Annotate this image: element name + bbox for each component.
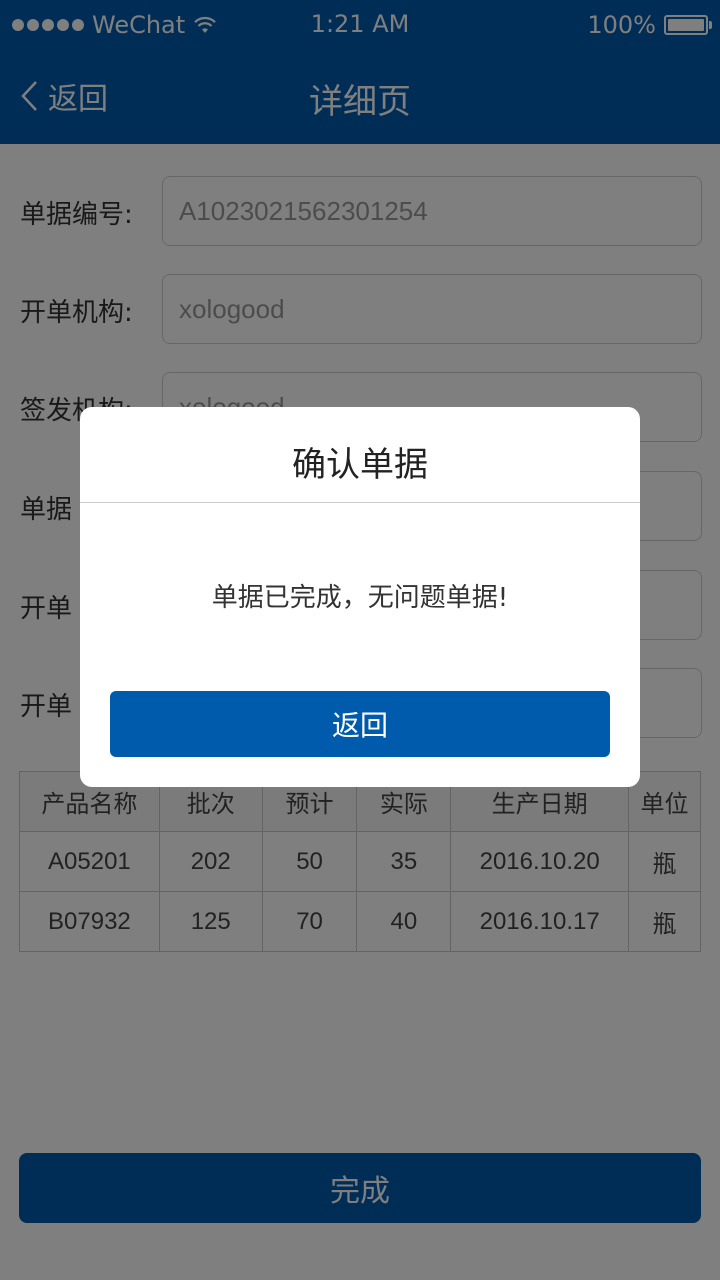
dialog-return-button[interactable]: 返回 xyxy=(110,691,610,757)
dialog-title: 确认单据 xyxy=(292,445,428,485)
dialog-message: 单据已完成，无问题单据! xyxy=(211,583,509,613)
dialog-divider xyxy=(80,502,640,503)
confirm-dialog: 确认单据 单据已完成，无问题单据! 返回 xyxy=(80,407,640,787)
